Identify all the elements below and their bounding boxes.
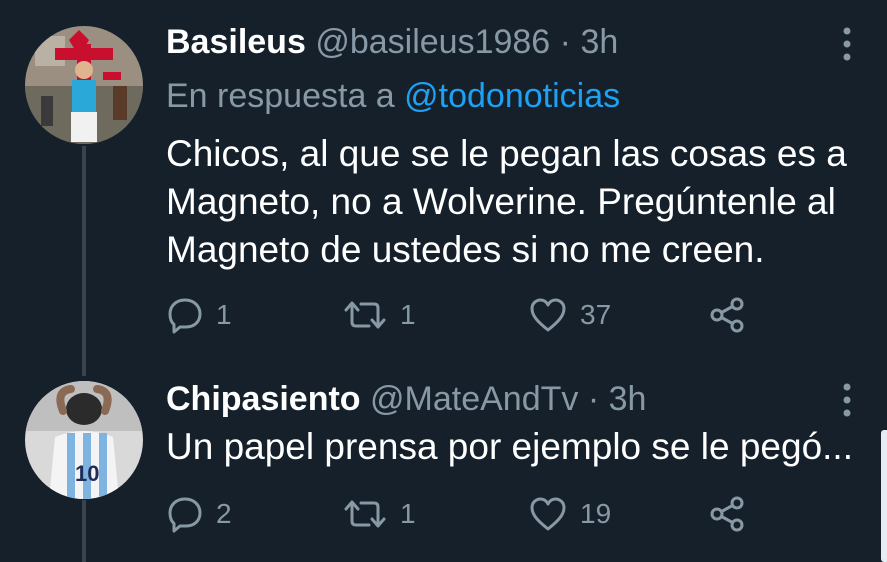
reply-count: 2 — [216, 498, 232, 529]
retweet-icon — [344, 301, 386, 329]
tweet-header: Basileus @basileus1986 · 3h — [166, 22, 618, 62]
share-button[interactable] — [708, 494, 746, 534]
tweet-header: Chipasiento @MateAndTv · 3h — [166, 379, 646, 419]
timeline: Basileus @basileus1986 · 3h En respuesta… — [0, 0, 887, 562]
tweet-text: Un papel prensa por ejemplo se le pegó..… — [166, 426, 853, 467]
tweet-actions: 2 1 19 — [166, 494, 766, 534]
reply-mention-link[interactable]: @todonoticias — [404, 77, 620, 115]
retweet-button[interactable]: 1 — [342, 494, 416, 534]
reply-prefix: En respuesta a — [166, 77, 405, 115]
share-icon — [710, 496, 744, 532]
more-options-icon[interactable] — [836, 380, 858, 420]
separator-dot: · — [559, 23, 571, 61]
more-options-icon[interactable] — [836, 24, 858, 64]
separator-dot: · — [587, 380, 600, 418]
share-icon — [710, 297, 744, 333]
like-icon — [530, 298, 566, 332]
user-handle[interactable]: @basileus1986 — [315, 23, 550, 61]
like-count: 37 — [580, 299, 612, 330]
retweet-count: 1 — [400, 498, 416, 529]
scrollbar[interactable] — [881, 430, 887, 562]
reply-context: En respuesta a @todonoticias — [166, 76, 620, 116]
timestamp[interactable]: 3h — [580, 23, 618, 61]
thread-connector — [82, 500, 86, 562]
reply-button[interactable]: 1 — [166, 295, 232, 335]
retweet-button[interactable]: 1 — [342, 295, 416, 335]
reply-button[interactable]: 2 — [166, 494, 232, 534]
avatar[interactable]: 10 — [25, 381, 143, 499]
thread-connector — [82, 146, 86, 376]
retweet-icon — [344, 500, 386, 528]
display-name[interactable]: Basileus — [166, 23, 306, 61]
user-handle[interactable]: @MateAndTv — [370, 380, 578, 418]
like-button[interactable]: 37 — [528, 295, 611, 335]
avatar[interactable] — [25, 26, 143, 144]
retweet-count: 1 — [400, 299, 416, 330]
like-count: 19 — [580, 498, 612, 529]
share-button[interactable] — [708, 295, 746, 335]
timestamp[interactable]: 3h — [609, 380, 647, 418]
tweet-actions: 1 1 37 — [166, 295, 766, 335]
like-icon — [530, 497, 566, 531]
reply-count: 1 — [216, 299, 232, 330]
svg-text:10: 10 — [75, 461, 99, 486]
like-button[interactable]: 19 — [528, 494, 611, 534]
tweet-text: Chicos, al que se le pegan las cosas es … — [166, 133, 847, 270]
reply-icon — [168, 298, 202, 334]
reply-icon — [168, 497, 202, 533]
display-name[interactable]: Chipasiento — [166, 380, 361, 418]
